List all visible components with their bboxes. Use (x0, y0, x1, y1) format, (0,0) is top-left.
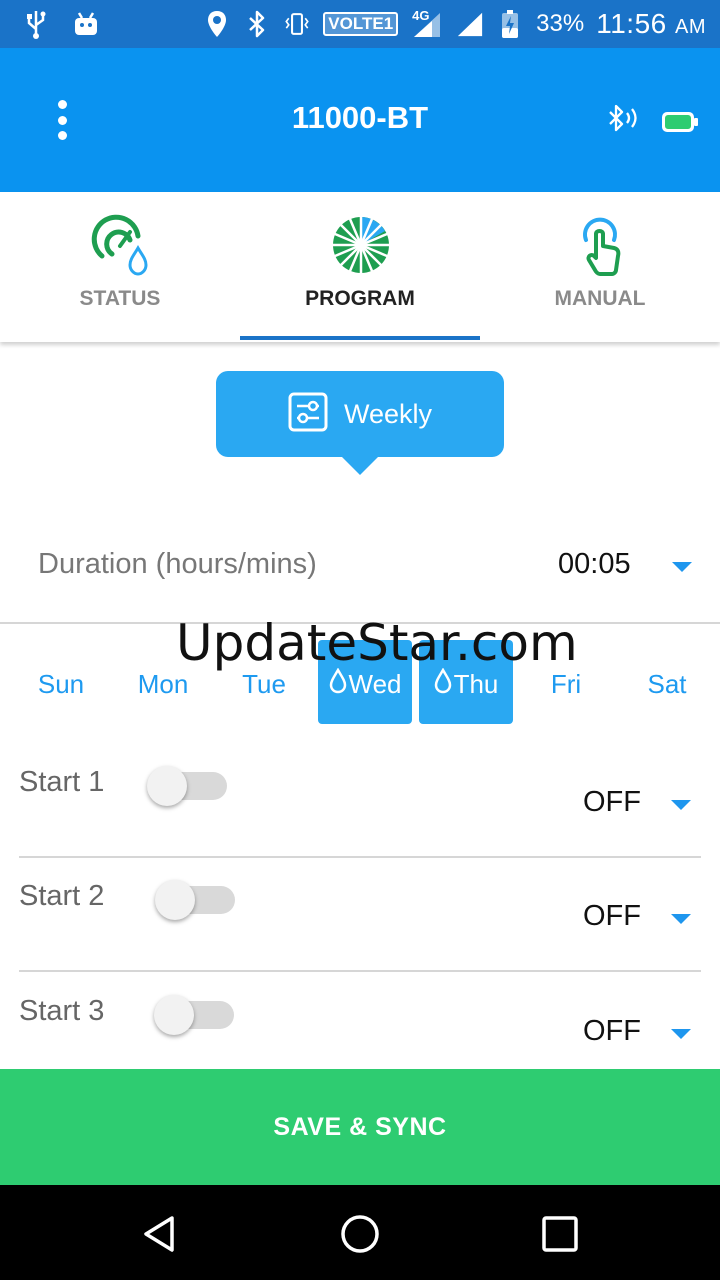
battery-percent: 33% (536, 10, 585, 37)
tab-manual[interactable]: MANUAL (480, 192, 720, 342)
duration-label: Duration (hours/mins) (38, 548, 317, 580)
app-bar: 11000-BT (0, 48, 720, 192)
chevron-down-icon[interactable] (671, 914, 691, 924)
program-wheel-icon (330, 214, 392, 276)
network-type-label: 4G (412, 8, 430, 23)
start-row-2: Start 2 OFF (19, 858, 701, 972)
water-drop-icon (434, 666, 452, 701)
day-label: Sat (647, 669, 687, 699)
duration-row[interactable]: Duration (hours/mins) 00:05 (0, 520, 720, 624)
start-1-time[interactable]: OFF (583, 786, 641, 819)
day-wed[interactable]: Wed (318, 640, 412, 724)
battery-charging-icon (496, 10, 524, 38)
start-2-time[interactable]: OFF (583, 900, 641, 933)
day-label: Sun (37, 669, 85, 699)
manual-touch-icon (570, 214, 632, 276)
day-label: Tue (242, 669, 286, 699)
start-2-toggle[interactable] (155, 880, 235, 920)
chevron-down-icon[interactable] (671, 1029, 691, 1039)
schedule-mode-button[interactable]: Weekly (216, 371, 504, 475)
tab-status-label: STATUS (79, 287, 161, 310)
start-label: Start 2 (19, 880, 105, 912)
clock-suffix: AM (675, 16, 706, 38)
home-icon[interactable] (335, 1209, 385, 1259)
system-nav-bar (0, 1185, 720, 1280)
active-tab-indicator (240, 336, 480, 340)
usb-icon (22, 10, 50, 39)
start-1-toggle[interactable] (147, 766, 227, 806)
back-icon[interactable] (135, 1209, 185, 1259)
location-icon (203, 10, 231, 38)
day-label: Fri (550, 669, 582, 699)
clock-time: 11:56 (596, 8, 667, 39)
start-row-1: Start 1 OFF (19, 744, 701, 858)
day-sun[interactable]: Sun (14, 640, 108, 724)
day-label: Wed (348, 668, 402, 699)
start-3-toggle[interactable] (154, 995, 234, 1035)
day-thu[interactable]: Thu (419, 640, 513, 724)
status-bar: VOLTE1 4G 33% 11:56 AM (0, 0, 720, 48)
save-sync-button[interactable]: SAVE & SYNC (0, 1069, 720, 1185)
schedule-mode-label: Weekly (343, 398, 433, 429)
start-3-time[interactable]: OFF (583, 1015, 641, 1048)
water-drop-icon (329, 666, 347, 701)
start-label: Start 3 (19, 995, 105, 1027)
device-battery-icon (660, 110, 700, 139)
day-tue[interactable]: Tue (217, 640, 311, 724)
chevron-down-icon[interactable] (672, 562, 692, 572)
start-label: Start 1 (19, 766, 105, 798)
signal-4g-icon: 4G (410, 8, 444, 38)
status-gauge-drop-icon (90, 214, 152, 276)
day-sat[interactable]: Sat (620, 640, 714, 724)
day-label: Thu (453, 668, 499, 699)
tab-program-label: PROGRAM (305, 287, 415, 310)
day-mon[interactable]: Mon (116, 640, 210, 724)
settings-sliders-icon (288, 392, 328, 437)
clock: 11:56 AM (596, 8, 706, 40)
day-selector: Sun Mon Tue Wed Thu Fri Sat (0, 640, 720, 730)
tab-program[interactable]: PROGRAM (240, 192, 480, 342)
day-label: Mon (137, 669, 189, 699)
signal-icon (456, 10, 484, 38)
duration-value[interactable]: 00:05 (558, 548, 631, 581)
tab-bar: STATUS PROGRAM MANUAL (0, 192, 720, 342)
chevron-down-icon[interactable] (671, 800, 691, 810)
recents-icon[interactable] (535, 1209, 585, 1259)
bluetooth-connected-icon (606, 102, 644, 141)
vibrate-icon (283, 10, 311, 38)
android-icon (72, 10, 100, 38)
day-fri[interactable]: Fri (519, 640, 613, 724)
volte-badge: VOLTE1 (323, 12, 399, 36)
tab-status[interactable]: STATUS (0, 192, 240, 342)
bluetooth-icon (243, 10, 271, 38)
tab-manual-label: MANUAL (554, 287, 646, 310)
